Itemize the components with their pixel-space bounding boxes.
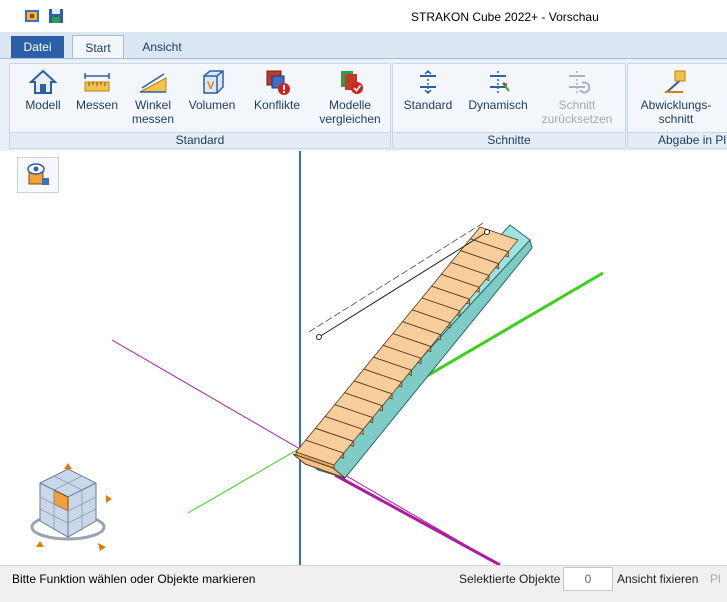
group-cuts-label: Schnitte: [393, 132, 625, 148]
fix-view-toggle[interactable]: Ansicht fixieren: [617, 572, 698, 586]
dimension-tick: [392, 275, 400, 280]
tab-file[interactable]: Datei: [11, 36, 64, 58]
title-bar: [0, 0, 727, 32]
conflict-icon: [266, 70, 290, 95]
dimension-tick: [417, 259, 425, 265]
development-cut-icon: [665, 70, 686, 93]
x-axis-positive: [334, 473, 501, 567]
angle-ruler-icon: [139, 73, 167, 93]
dimension-tick: [333, 311, 341, 317]
volume-label: Volumen: [188, 98, 236, 112]
save-icon[interactable]: [48, 8, 64, 24]
cut-reset-label-2: zurücksetzen: [541, 112, 613, 126]
compare-label-1: Modelle: [328, 98, 372, 112]
cut-dynamic-label: Dynamisch: [468, 98, 528, 112]
angle-label-1: Winkel: [134, 98, 171, 112]
dimension-tick: [476, 222, 484, 228]
cut-reset-icon: [569, 71, 591, 94]
group-standard-label: Standard: [10, 132, 390, 148]
dimension-tick: [451, 238, 459, 244]
tab-start[interactable]: Start: [72, 35, 124, 60]
status-message: Bitte Funktion wählen oder Objekte marki…: [12, 572, 256, 586]
compare-label-2: vergleichen: [319, 112, 381, 126]
selected-objects-label: Selektierte Objekte: [459, 572, 561, 586]
conflicts-label: Konflikte: [253, 98, 301, 112]
dimension-tick: [459, 233, 467, 238]
status-truncated-item[interactable]: Pl: [710, 572, 721, 586]
viewport[interactable]: [0, 151, 727, 567]
model-label: Modell: [25, 98, 61, 112]
cut-dynamic-icon: [490, 71, 510, 93]
group-delivery-label: Abgabe in Pl: [628, 132, 727, 148]
selected-objects-count: 0: [563, 567, 613, 591]
cut-dynamic-button[interactable]: Dynamisch: [466, 68, 530, 112]
dimension-tick: [317, 322, 324, 328]
development-cut-label-1: Abwicklungs-: [640, 98, 712, 112]
view-cube-icon[interactable]: [26, 461, 118, 553]
cut-reset-button[interactable]: Schnitt zurücksetzen: [538, 68, 616, 126]
cut-reset-label-1: Schnitt: [558, 98, 596, 112]
angle-label-2: messen: [131, 112, 175, 126]
conflicts-button[interactable]: Konflikte: [248, 68, 306, 112]
cut-standard-button[interactable]: Standard: [400, 68, 456, 112]
dimension-tick: [409, 264, 417, 270]
compare-button[interactable]: Modelle vergleichen: [318, 68, 382, 126]
measure-button[interactable]: Messen: [74, 68, 120, 112]
dimension-tick: [443, 243, 450, 249]
dimension-tick: [350, 301, 358, 307]
cut-standard-icon: [420, 69, 436, 95]
visibility-button[interactable]: [17, 157, 59, 193]
house-icon: [28, 69, 58, 94]
dimension-tick: [359, 296, 366, 301]
model-button[interactable]: Modell: [20, 68, 66, 112]
window-title: STRAKON Cube 2022+ - Vorschau: [411, 10, 599, 24]
volume-cube-icon: V: [203, 70, 224, 94]
stair-steps: [295, 226, 519, 471]
svg-text:V: V: [207, 80, 215, 92]
development-cut-button[interactable]: Abwicklungs- schnitt: [636, 68, 716, 126]
dimension-tick: [426, 254, 433, 259]
dimension-tick: [367, 290, 375, 296]
compare-models-icon: [341, 71, 363, 94]
visibility-icon: [27, 163, 49, 185]
dimension-tick: [308, 327, 316, 333]
development-cut-label-2: schnitt: [658, 112, 694, 126]
cut-standard-label: Standard: [403, 98, 453, 112]
volume-button[interactable]: V Volumen: [186, 68, 238, 112]
tab-view[interactable]: Ansicht: [132, 35, 192, 59]
measure-label: Messen: [75, 98, 119, 112]
dimension-tick: [434, 248, 442, 254]
angle-button[interactable]: Winkel messen: [128, 68, 178, 126]
dimension-tick: [401, 269, 408, 275]
dimension-tick: [375, 285, 383, 291]
dimension-tick: [384, 280, 391, 286]
ruler-icon: [84, 73, 110, 92]
dimension-tick: [325, 317, 333, 322]
app-icon[interactable]: [24, 8, 40, 24]
dimension-tick: [468, 227, 475, 233]
dimension-tick: [342, 306, 349, 312]
staircase[interactable]: [292, 224, 533, 479]
